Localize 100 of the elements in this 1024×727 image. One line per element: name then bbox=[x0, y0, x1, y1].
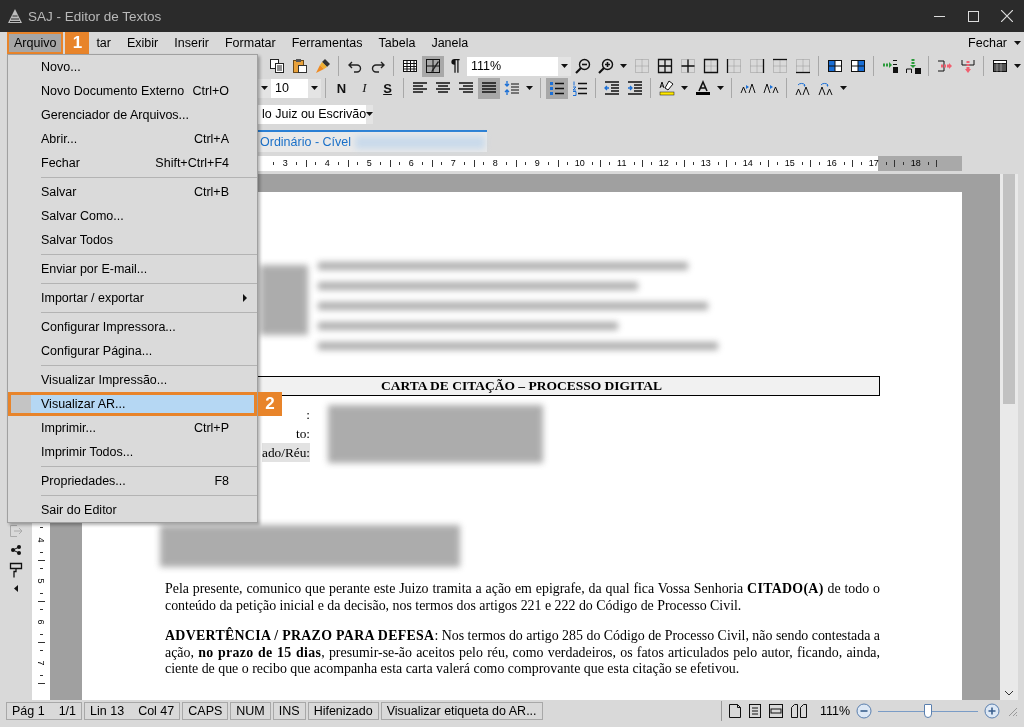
two-pages-button[interactable] bbox=[789, 703, 808, 719]
ruler-number: 16 bbox=[826, 158, 837, 168]
bold-button[interactable]: N bbox=[330, 77, 353, 99]
table-cell-icon bbox=[849, 58, 866, 74]
menu-item[interactable]: Janela bbox=[424, 32, 476, 54]
blurred-logo bbox=[260, 265, 308, 335]
text-view-button[interactable] bbox=[747, 703, 762, 719]
menu-item[interactable]: Ferramentas bbox=[284, 32, 370, 54]
zoom-field[interactable]: 111% bbox=[467, 56, 571, 76]
menu-item[interactable]: Fechar Shift+Ctrl+F4 bbox=[8, 151, 257, 175]
web-view-button[interactable] bbox=[767, 703, 784, 719]
ruler-number: 14 bbox=[742, 158, 753, 168]
status-text: Pág 1 bbox=[12, 704, 45, 718]
copy-icon bbox=[268, 58, 285, 74]
menu-item[interactable]: Salvar Ctrl+B bbox=[8, 180, 257, 204]
menu-item[interactable]: tar bbox=[89, 32, 118, 54]
strike-button[interactable]: S bbox=[376, 77, 399, 99]
two-pages-icon bbox=[789, 703, 808, 719]
paint-roller-icon bbox=[9, 562, 23, 578]
dropdown-button[interactable] bbox=[258, 78, 271, 98]
border-icon bbox=[794, 58, 811, 74]
caret-icon bbox=[1014, 40, 1021, 45]
web-layout-icon bbox=[767, 703, 784, 719]
chevron-down-icon bbox=[1004, 690, 1014, 696]
menu-item[interactable]: Gerenciador de Arquivos... bbox=[8, 103, 257, 127]
menu-item[interactable]: Formatar bbox=[218, 32, 283, 54]
status-text: Hifenizado bbox=[313, 704, 373, 718]
change-case-icon bbox=[794, 80, 811, 96]
indent-icon bbox=[626, 80, 643, 96]
document-paragraph: ADVERTÊNCIA / PRAZO PARA DEFESA: Nos termos do artigo 285 do Código de Processo Civil, não sendo contestada a ação, no prazo de 15 dias, presumir-se-ão aceitos pelo réu, como verdadeiros, os fatos articulados pelo autor, ficando, ainda, ciente de que o recibo que acompanha esta carta valerá como comprovante que esta citação se efetivou. bbox=[165, 628, 880, 678]
document-tab[interactable]: Ordinário - Cível bbox=[258, 130, 487, 152]
callout-number: 2 bbox=[258, 392, 282, 416]
menu-item[interactable]: Salvar Todos bbox=[8, 228, 257, 252]
brush-icon bbox=[314, 58, 331, 74]
zoom-out-icon bbox=[574, 58, 591, 74]
menu-item[interactable]: Propriedades... F8 bbox=[8, 469, 257, 493]
font-size-field[interactable]: 10 bbox=[271, 78, 321, 98]
align-left-icon bbox=[411, 80, 428, 96]
menu-item[interactable]: Tabela bbox=[371, 32, 423, 54]
delete-column-icon bbox=[936, 58, 953, 74]
line-spacing-icon bbox=[503, 80, 520, 96]
menu-item[interactable]: Novo... bbox=[8, 55, 257, 79]
callout-number: 1 bbox=[65, 32, 90, 54]
paint-roller-button[interactable] bbox=[9, 562, 23, 578]
menu-item[interactable]: Arquivo bbox=[7, 32, 64, 54]
insert-row-icon bbox=[904, 58, 921, 74]
menu-item[interactable]: Importar / exportar bbox=[8, 286, 257, 310]
highlighter-icon bbox=[658, 80, 675, 96]
ruler-number: 13 bbox=[700, 158, 711, 168]
align-justify-button[interactable] bbox=[477, 77, 500, 99]
ruler-number: 5 bbox=[366, 158, 372, 168]
menu-item[interactable]: Novo Documento Externo Ctrl+O bbox=[8, 79, 257, 103]
border-icon bbox=[656, 58, 673, 74]
menu-item[interactable]: Salvar Como... bbox=[8, 204, 257, 228]
caret-icon bbox=[717, 86, 724, 90]
menu-item[interactable]: Configurar Impressora... bbox=[8, 315, 257, 339]
style-field[interactable]: lo Juiz ou Escrivão bbox=[258, 104, 370, 124]
delete-row-icon bbox=[959, 58, 976, 74]
caret-icon bbox=[1014, 64, 1021, 68]
italic-button[interactable]: I bbox=[353, 77, 376, 99]
share-button[interactable] bbox=[11, 545, 21, 555]
menu-item[interactable]: Configurar Página... bbox=[8, 339, 257, 363]
plus-circle-icon bbox=[984, 703, 1000, 719]
border-icon bbox=[771, 58, 788, 74]
status-text: CAPS bbox=[188, 704, 223, 718]
page-icon bbox=[727, 703, 742, 719]
zoom-level: 111% bbox=[819, 704, 850, 718]
caret-icon bbox=[261, 86, 268, 90]
page-lines-icon bbox=[747, 703, 762, 719]
window-title: SAJ - Editor de Textos bbox=[28, 8, 162, 24]
status-text: Col 47 bbox=[138, 704, 175, 718]
paste-icon bbox=[291, 58, 308, 74]
ruler-number: 4 bbox=[324, 158, 330, 168]
slider-thumb[interactable] bbox=[924, 704, 932, 718]
menu-item[interactable]: Imprimir... Ctrl+P bbox=[8, 416, 257, 440]
ruler-number: 15 bbox=[784, 158, 795, 168]
text-color-icon bbox=[694, 80, 711, 96]
caret-icon bbox=[681, 86, 688, 90]
ruler-number: 5 bbox=[36, 578, 46, 583]
menu-item[interactable]: Inserir bbox=[167, 32, 216, 54]
menu-item[interactable]: Exibir bbox=[120, 32, 166, 54]
caret-icon bbox=[620, 64, 627, 68]
menu-item[interactable]: Imprimir Todos... bbox=[8, 440, 257, 464]
layout-button[interactable] bbox=[421, 55, 444, 77]
close-document-button[interactable]: Fechar bbox=[964, 32, 1011, 54]
outdent-icon bbox=[603, 80, 620, 96]
page-view-button[interactable] bbox=[727, 703, 742, 719]
border-icon bbox=[702, 58, 719, 74]
menu-item[interactable]: Enviar por E-mail... bbox=[8, 257, 257, 281]
border-icon bbox=[679, 58, 696, 74]
pilcrow-button[interactable]: ¶ bbox=[444, 55, 467, 77]
numbered-list-icon bbox=[571, 80, 588, 96]
ruler-number: 17 bbox=[868, 158, 879, 168]
menu-item[interactable]: Abrir... Ctrl+A bbox=[8, 127, 257, 151]
menu-item[interactable]: Sair do Editor bbox=[8, 498, 257, 522]
list-bullet-button[interactable] bbox=[545, 77, 568, 99]
vertical-scrollbar[interactable] bbox=[1000, 174, 1018, 700]
caret-icon bbox=[561, 64, 568, 68]
status-text: Visualizar etiqueta do AR... bbox=[386, 704, 537, 718]
ruler-number: 6 bbox=[36, 619, 46, 624]
